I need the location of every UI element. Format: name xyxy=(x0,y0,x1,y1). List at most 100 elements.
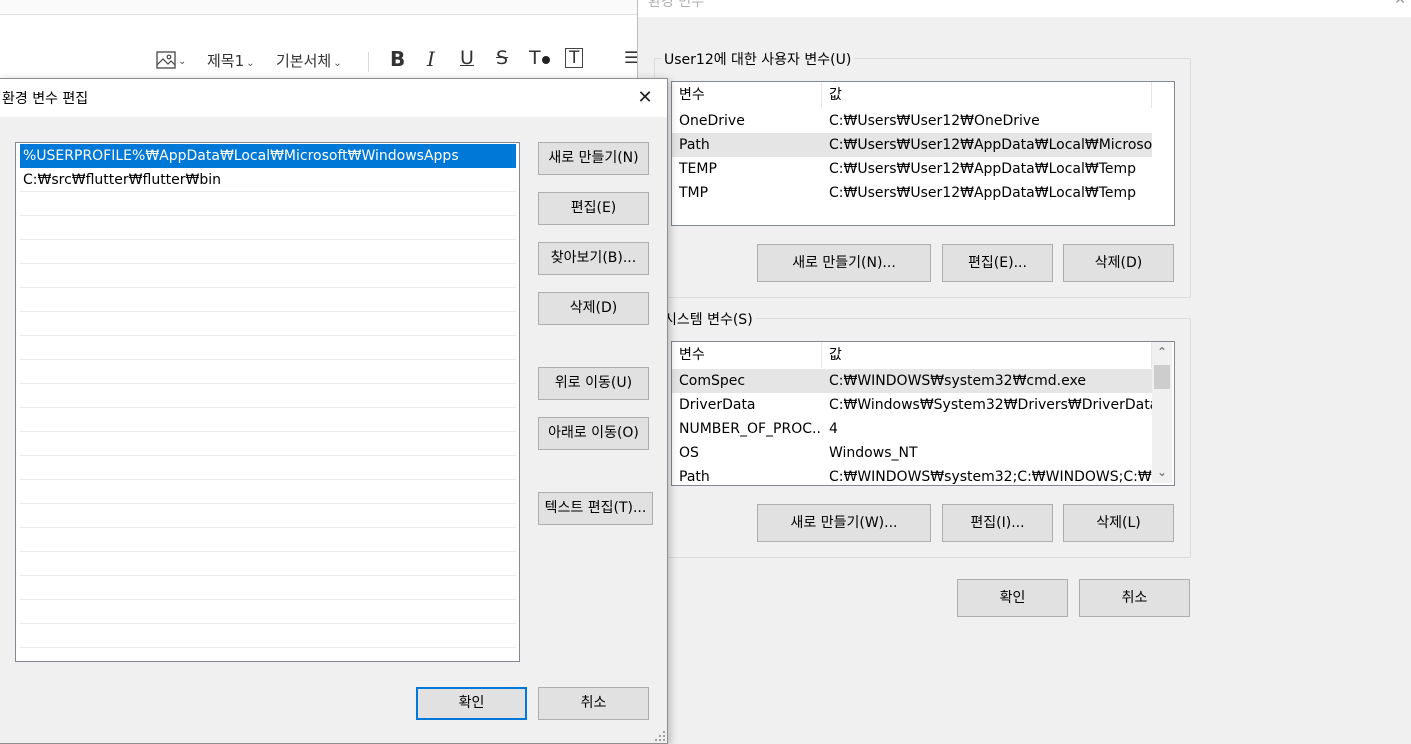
underline-button[interactable]: U xyxy=(460,47,474,69)
variable-value: Windows_NT xyxy=(829,445,918,461)
empty-list-row[interactable] xyxy=(20,552,516,576)
close-icon[interactable]: ✕ xyxy=(1394,0,1406,8)
empty-list-row[interactable] xyxy=(20,336,516,360)
ok-button[interactable]: 확인 xyxy=(416,687,527,720)
empty-list-row[interactable] xyxy=(20,288,516,312)
editor-toolbar: ⌄ 제목1 ⌄ 기본서체 ⌄ B I U S T T ☰ xyxy=(0,42,640,82)
system-variables-list[interactable]: 변수 값 ComSpec C:₩WINDOWS₩system32₩cmd.exe… xyxy=(671,341,1175,486)
system-delete-button[interactable]: 삭제(L) xyxy=(1063,504,1174,542)
italic-button[interactable]: I xyxy=(427,47,435,71)
vertical-scrollbar[interactable]: ⌃ ⌄ xyxy=(1152,342,1172,483)
font-dropdown[interactable]: 기본서체 ⌄ xyxy=(276,50,342,71)
variable-name: DriverData xyxy=(679,397,756,413)
insert-image-button[interactable]: ⌄ xyxy=(156,50,186,69)
chevron-down-icon: ⌄ xyxy=(333,58,342,69)
move-up-button[interactable]: 위로 이동(U) xyxy=(538,367,649,400)
env-titlebar: 환경 변수 ✕ xyxy=(638,0,1411,17)
user-variables-list[interactable]: 변수 값 OneDrive C:₩Users₩User12₩OneDrive P… xyxy=(671,81,1175,226)
variable-value: 4 xyxy=(829,421,838,437)
empty-list-row[interactable] xyxy=(20,264,516,288)
empty-list-row[interactable] xyxy=(20,216,516,240)
strikethrough-button[interactable]: S xyxy=(496,47,508,69)
variable-name: TMP xyxy=(679,185,709,201)
empty-list-row[interactable] xyxy=(20,528,516,552)
image-icon xyxy=(156,50,176,69)
edit-text-button[interactable]: 텍스트 편집(T)... xyxy=(538,492,653,525)
empty-list-row[interactable] xyxy=(20,576,516,600)
variable-value: C:₩Users₩User12₩AppData₩Local₩Temp xyxy=(829,185,1137,201)
scrollbar-thumb[interactable] xyxy=(1154,365,1170,389)
variable-name: OneDrive xyxy=(679,113,745,129)
user-edit-button[interactable]: 편집(E)... xyxy=(942,244,1053,282)
column-header-variable[interactable]: 변수 xyxy=(672,82,822,108)
new-button[interactable]: 새로 만들기(N) xyxy=(538,142,649,175)
resize-grip-icon[interactable] xyxy=(655,731,665,741)
table-row[interactable]: ComSpec C:₩WINDOWS₩system32₩cmd.exe xyxy=(672,369,1152,393)
table-row[interactable]: OneDrive C:₩Users₩User12₩OneDrive xyxy=(672,109,1152,133)
empty-list-row[interactable] xyxy=(20,384,516,408)
system-edit-button[interactable]: 편집(I)... xyxy=(942,504,1053,542)
scroll-up-icon[interactable]: ⌃ xyxy=(1152,344,1172,361)
variable-value: C:₩Users₩User12₩AppData₩Local₩Microsof..… xyxy=(829,137,1152,153)
editor-top-strip xyxy=(0,0,640,15)
path-entries-list[interactable]: %USERPROFILE%₩AppData₩Local₩Microsoft₩Wi… xyxy=(15,142,520,662)
env-dialog-title: 환경 변수 xyxy=(648,0,704,10)
empty-list-row[interactable] xyxy=(20,600,516,624)
table-row[interactable]: TMP C:₩Users₩User12₩AppData₩Local₩Temp xyxy=(672,181,1152,205)
list-item[interactable]: %USERPROFILE%₩AppData₩Local₩Microsoft₩Wi… xyxy=(20,144,516,168)
variable-value: C:₩Users₩User12₩OneDrive xyxy=(829,113,1040,129)
variable-value: C:₩Users₩User12₩AppData₩Local₩Temp xyxy=(829,161,1137,177)
variable-value: C:₩WINDOWS₩system32₩cmd.exe xyxy=(829,373,1086,389)
cancel-button[interactable]: 취소 xyxy=(1079,579,1190,617)
empty-list-row[interactable] xyxy=(20,240,516,264)
column-header-value[interactable]: 값 xyxy=(822,82,1152,108)
empty-list-row[interactable] xyxy=(20,456,516,480)
variable-name: TEMP xyxy=(679,161,717,177)
browse-button[interactable]: 찾아보기(B)... xyxy=(538,242,649,275)
delete-button[interactable]: 삭제(D) xyxy=(538,292,649,325)
column-header-variable[interactable]: 변수 xyxy=(672,342,822,368)
edit-button[interactable]: 편집(E) xyxy=(538,192,649,225)
table-row[interactable]: Path C:₩Users₩User12₩AppData₩Local₩Micro… xyxy=(672,133,1152,157)
font-label: 기본서체 xyxy=(276,52,332,70)
text-color-button[interactable]: T xyxy=(529,47,550,69)
list-item[interactable]: C:₩src₩flutter₩flutter₩bin xyxy=(20,168,516,192)
user-delete-button[interactable]: 삭제(D) xyxy=(1063,244,1174,282)
empty-list-row[interactable] xyxy=(20,480,516,504)
user-new-button[interactable]: 새로 만들기(N)... xyxy=(757,244,931,282)
edit-environment-variable-dialog: 환경 변수 편집 ✕ %USERPROFILE%₩AppData₩Local₩M… xyxy=(0,78,668,744)
move-down-button[interactable]: 아래로 이동(O) xyxy=(538,417,649,450)
empty-list-row[interactable] xyxy=(20,504,516,528)
table-row[interactable]: Path C:₩WINDOWS₩system32;C:₩WINDOWS;C:₩.… xyxy=(672,465,1152,485)
color-dot-icon xyxy=(541,56,550,64)
empty-list-row[interactable] xyxy=(20,624,516,648)
column-header-value[interactable]: 값 xyxy=(822,342,1152,368)
system-variables-label: 시스템 변수(S) xyxy=(661,309,756,329)
heading-label: 제목1 xyxy=(207,52,245,70)
environment-variables-dialog: 환경 변수 ✕ User12에 대한 사용자 변수(U) 변수 값 OneDri… xyxy=(637,0,1411,744)
bold-button[interactable]: B xyxy=(390,47,405,71)
user-variables-label: User12에 대한 사용자 변수(U) xyxy=(661,49,855,69)
ok-button[interactable]: 확인 xyxy=(957,579,1068,617)
close-icon[interactable]: ✕ xyxy=(632,85,658,111)
variable-name: OS xyxy=(679,445,699,461)
text-box-button[interactable]: T xyxy=(565,48,584,68)
variable-value: C:₩Windows₩System32₩Drivers₩DriverData xyxy=(829,397,1152,413)
variable-value: C:₩WINDOWS₩system32;C:₩WINDOWS;C:₩... xyxy=(829,469,1152,485)
chevron-down-icon: ⌄ xyxy=(246,58,255,69)
empty-list-row[interactable] xyxy=(20,360,516,384)
table-row[interactable]: DriverData C:₩Windows₩System32₩Drivers₩D… xyxy=(672,393,1152,417)
table-row[interactable]: OS Windows_NT xyxy=(672,441,1152,465)
variable-name: NUMBER_OF_PROC... xyxy=(679,421,822,437)
table-row[interactable]: TEMP C:₩Users₩User12₩AppData₩Local₩Temp xyxy=(672,157,1152,181)
heading-dropdown[interactable]: 제목1 ⌄ xyxy=(207,50,255,71)
empty-list-row[interactable] xyxy=(20,432,516,456)
scroll-down-icon[interactable]: ⌄ xyxy=(1152,464,1172,481)
empty-list-row[interactable] xyxy=(20,192,516,216)
empty-list-row[interactable] xyxy=(20,312,516,336)
empty-list-row[interactable] xyxy=(20,408,516,432)
cancel-button[interactable]: 취소 xyxy=(538,687,649,720)
table-row[interactable]: NUMBER_OF_PROC... 4 xyxy=(672,417,1152,441)
system-new-button[interactable]: 새로 만들기(W)... xyxy=(757,504,931,542)
edit-titlebar: 환경 변수 편집 ✕ xyxy=(0,79,667,117)
